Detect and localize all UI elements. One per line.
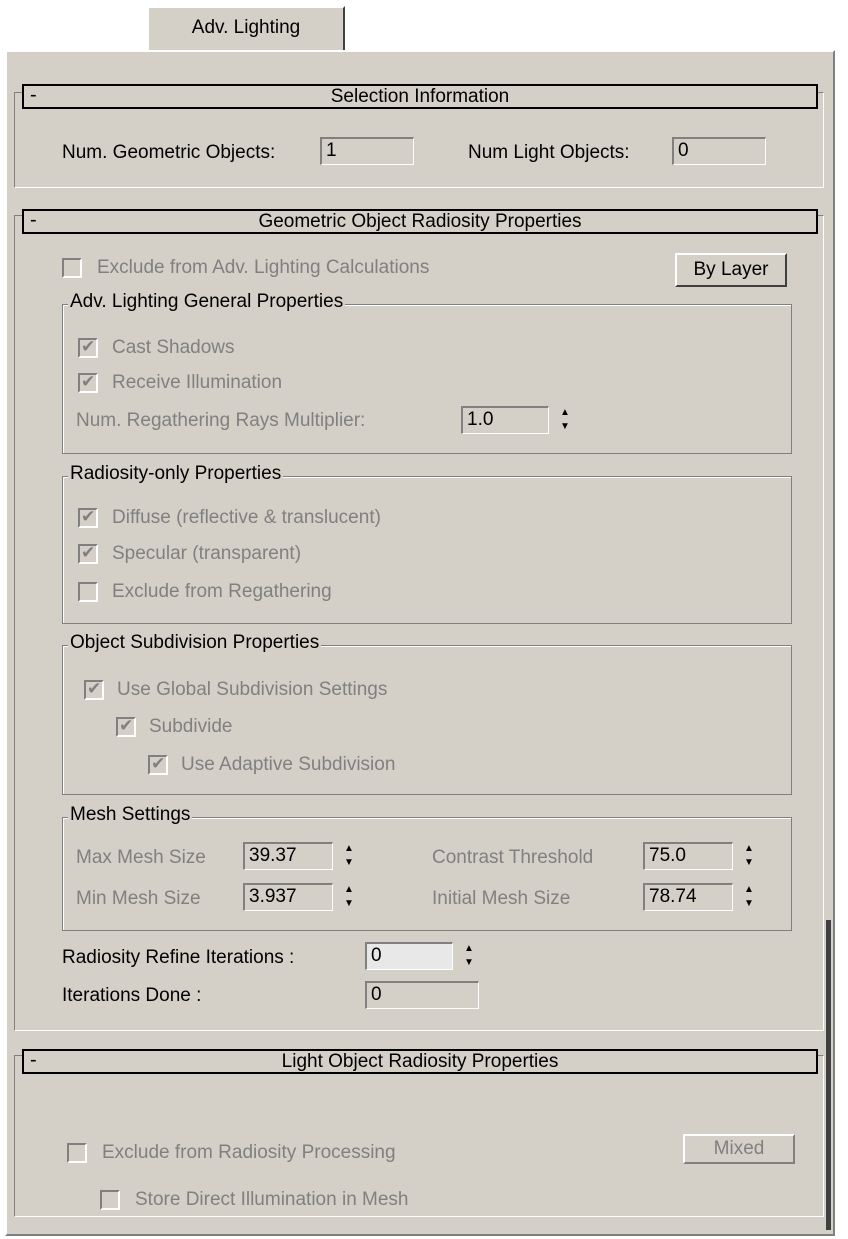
contrast-threshold-spinner[interactable]: ▲ ▼ bbox=[740, 842, 758, 870]
contrast-threshold-field[interactable]: 75.0 bbox=[643, 842, 733, 870]
check-icon: ✔ bbox=[81, 543, 96, 562]
num-light-label: Num Light Objects: bbox=[468, 142, 630, 163]
contrast-threshold-label: Contrast Threshold bbox=[432, 847, 594, 868]
group-title: Mesh Settings bbox=[68, 804, 193, 826]
rollout-title: Light Object Radiosity Properties bbox=[281, 1051, 559, 1072]
use-global-subdivision-label: Use Global Subdivision Settings bbox=[117, 679, 388, 700]
spin-up-icon[interactable]: ▲ bbox=[340, 883, 358, 897]
num-geometric-label: Num. Geometric Objects: bbox=[62, 142, 276, 163]
max-mesh-field[interactable]: 39.37 bbox=[243, 842, 333, 870]
iterations-done-field: 0 bbox=[365, 981, 479, 1009]
spin-up-icon[interactable]: ▲ bbox=[740, 842, 758, 856]
mesh-settings-group bbox=[62, 817, 792, 931]
spin-down-icon[interactable]: ▼ bbox=[556, 420, 574, 434]
specular-label: Specular (transparent) bbox=[112, 543, 302, 564]
store-direct-checkbox[interactable] bbox=[100, 1190, 120, 1210]
light-header[interactable]: - Light Object Radiosity Properties bbox=[22, 1049, 818, 1074]
regather-rays-field[interactable]: 1.0 bbox=[461, 406, 549, 434]
spin-up-icon[interactable]: ▲ bbox=[460, 942, 478, 956]
spin-up-icon[interactable]: ▲ bbox=[556, 406, 574, 420]
exclude-regathering-label: Exclude from Regathering bbox=[112, 581, 332, 602]
rollout-title: Geometric Object Radiosity Properties bbox=[258, 211, 582, 232]
group-title: Radiosity-only Properties bbox=[68, 463, 284, 485]
geometric-header[interactable]: - Geometric Object Radiosity Properties bbox=[22, 209, 818, 234]
check-icon: ✔ bbox=[151, 754, 166, 773]
exclude-radiosity-label: Exclude from Radiosity Processing bbox=[102, 1142, 396, 1163]
receive-illumination-checkbox[interactable]: ✔ bbox=[78, 372, 98, 393]
num-geometric-field[interactable]: 1 bbox=[320, 137, 414, 165]
spin-down-icon[interactable]: ▼ bbox=[340, 897, 358, 911]
initial-mesh-spinner[interactable]: ▲ ▼ bbox=[740, 883, 758, 911]
mixed-button[interactable]: Mixed bbox=[683, 1134, 795, 1164]
iterations-done-label: Iterations Done : bbox=[62, 985, 202, 1006]
diffuse-checkbox[interactable]: ✔ bbox=[78, 507, 98, 528]
refine-iterations-field[interactable]: 0 bbox=[365, 942, 453, 970]
cast-shadows-checkbox[interactable]: ✔ bbox=[78, 337, 98, 358]
exclude-radiosity-checkbox[interactable] bbox=[67, 1143, 87, 1163]
spin-up-icon[interactable]: ▲ bbox=[740, 883, 758, 897]
receive-illumination-label: Receive Illumination bbox=[112, 372, 283, 393]
initial-mesh-label: Initial Mesh Size bbox=[432, 888, 571, 909]
exclude-regathering-checkbox[interactable] bbox=[78, 582, 98, 602]
refine-iterations-spinner[interactable]: ▲ ▼ bbox=[460, 942, 478, 970]
check-icon: ✔ bbox=[81, 372, 96, 391]
rollout-title: Selection Information bbox=[330, 86, 510, 107]
check-icon: ✔ bbox=[119, 716, 134, 735]
regather-rays-label: Num. Regathering Rays Multiplier: bbox=[76, 410, 366, 431]
adaptive-subdivision-label: Use Adaptive Subdivision bbox=[181, 754, 396, 775]
adaptive-subdivision-checkbox[interactable]: ✔ bbox=[148, 754, 168, 775]
spin-down-icon[interactable]: ▼ bbox=[340, 856, 358, 870]
check-icon: ✔ bbox=[81, 507, 96, 526]
num-light-field[interactable]: 0 bbox=[672, 137, 766, 165]
group-title: Object Subdivision Properties bbox=[68, 632, 322, 654]
refine-iterations-label: Radiosity Refine Iterations : bbox=[62, 947, 295, 968]
exclude-adv-lighting-checkbox[interactable] bbox=[62, 258, 82, 278]
min-mesh-spinner[interactable]: ▲ ▼ bbox=[340, 883, 358, 911]
tab-adv-lighting[interactable]: Adv. Lighting bbox=[147, 6, 345, 52]
min-mesh-label: Min Mesh Size bbox=[76, 888, 201, 909]
spin-up-icon[interactable]: ▲ bbox=[340, 842, 358, 856]
spin-down-icon[interactable]: ▼ bbox=[740, 856, 758, 870]
spin-down-icon[interactable]: ▼ bbox=[460, 956, 478, 970]
specular-checkbox[interactable]: ✔ bbox=[78, 543, 98, 564]
check-icon: ✔ bbox=[81, 337, 96, 356]
selection-info-header[interactable]: - Selection Information bbox=[22, 84, 818, 109]
subdivide-checkbox[interactable]: ✔ bbox=[116, 716, 136, 737]
by-layer-button[interactable]: By Layer bbox=[675, 253, 787, 287]
scrollbar[interactable] bbox=[826, 920, 831, 1230]
store-direct-label: Store Direct Illumination in Mesh bbox=[135, 1189, 409, 1210]
max-mesh-label: Max Mesh Size bbox=[76, 847, 206, 868]
regather-rays-spinner[interactable]: ▲ ▼ bbox=[556, 406, 574, 434]
exclude-adv-lighting-label: Exclude from Adv. Lighting Calculations bbox=[97, 257, 430, 278]
max-mesh-spinner[interactable]: ▲ ▼ bbox=[340, 842, 358, 870]
group-title: Adv. Lighting General Properties bbox=[68, 291, 346, 313]
initial-mesh-field[interactable]: 78.74 bbox=[643, 883, 733, 911]
check-icon: ✔ bbox=[87, 679, 102, 698]
min-mesh-field[interactable]: 3.937 bbox=[243, 883, 333, 911]
use-global-subdivision-checkbox[interactable]: ✔ bbox=[84, 679, 104, 700]
subdivide-label: Subdivide bbox=[149, 716, 233, 737]
diffuse-label: Diffuse (reflective & translucent) bbox=[112, 507, 381, 528]
cast-shadows-label: Cast Shadows bbox=[112, 337, 235, 358]
spin-down-icon[interactable]: ▼ bbox=[740, 897, 758, 911]
